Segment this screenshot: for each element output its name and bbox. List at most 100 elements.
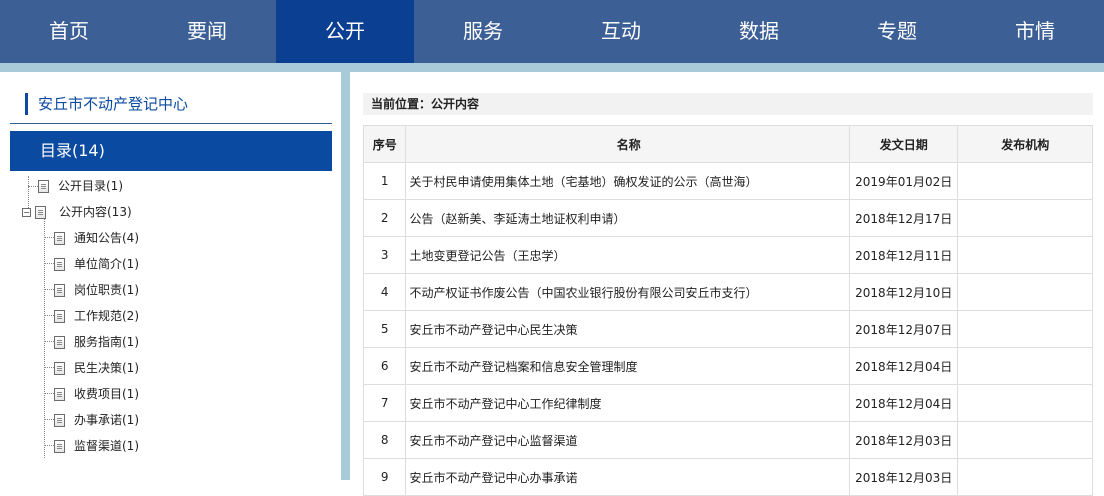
tree-connector (44, 367, 54, 368)
table-row: 8 安丘市不动产登记中心监督渠道 2018年12月03日 (362, 421, 1093, 459)
nav-item-topics[interactable]: 专题 (828, 0, 966, 63)
document-icon (54, 387, 65, 401)
document-icon (38, 179, 49, 193)
table-header-row: 序号 名称 发文日期 发布机构 (362, 125, 1093, 163)
table-row: 7 安丘市不动产登记中心工作纪律制度 2018年12月04日 (362, 384, 1093, 422)
document-title-link[interactable]: 关于村民申请使用集体土地（宅基地）确权发证的公示（高世海） (405, 162, 850, 200)
row-number: 7 (362, 384, 407, 422)
document-title-link[interactable]: 土地变更登记公告（王忠学） (405, 236, 850, 274)
tree-item-notices[interactable]: 通知公告(4) (54, 225, 139, 251)
document-title-link[interactable]: 公告（赵新美、李延涛土地证权利申请） (405, 199, 850, 237)
document-icon (54, 361, 65, 375)
row-number: 9 (362, 458, 407, 496)
column-header-date: 发文日期 (848, 125, 959, 163)
document-icon (54, 257, 65, 271)
row-number: 3 (362, 236, 407, 274)
org-title-divider (10, 123, 332, 124)
document-icon (54, 413, 65, 427)
document-icon (54, 309, 65, 323)
nav-item-news[interactable]: 要闻 (138, 0, 276, 63)
tree-item-label: 公开目录(1) (58, 179, 123, 193)
row-number: 8 (362, 421, 407, 459)
tree-item-commitments[interactable]: 办事承诺(1) (54, 407, 139, 433)
document-title-link[interactable]: 安丘市不动产登记中心监督渠道 (405, 421, 850, 459)
publish-date: 2018年12月10日 (848, 273, 959, 311)
tree-connector (44, 263, 54, 264)
row-number: 2 (362, 199, 407, 237)
document-icon (54, 283, 65, 297)
tree-item-label: 通知公告(4) (74, 231, 139, 245)
tree-item-public-catalog[interactable]: 公开目录(1) (38, 173, 123, 199)
publishing-org (957, 162, 1093, 200)
tree-connector (44, 341, 54, 342)
tree-item-label: 民生决策(1) (74, 361, 139, 375)
nav-item-public[interactable]: 公开 (276, 0, 414, 63)
document-title-link[interactable]: 安丘市不动产登记中心工作纪律制度 (405, 384, 850, 422)
nav-item-services[interactable]: 服务 (414, 0, 552, 63)
collapse-toggle-icon[interactable]: − (22, 207, 31, 217)
publishing-org (957, 458, 1093, 496)
table-row: 3 土地变更登记公告（王忠学） 2018年12月11日 (362, 236, 1093, 274)
tree-item-fees[interactable]: 收费项目(1) (54, 381, 139, 407)
publish-date: 2019年01月02日 (848, 162, 959, 200)
org-title: 安丘市不动产登记中心 (25, 93, 188, 115)
publishing-org (957, 199, 1093, 237)
row-number: 4 (362, 273, 407, 311)
column-header-name: 名称 (405, 125, 850, 163)
tree-connector (44, 289, 54, 290)
publishing-org (957, 347, 1093, 385)
publishing-org (957, 310, 1093, 348)
tree-item-label: 监督渠道(1) (74, 439, 139, 453)
document-title-link[interactable]: 安丘市不动产登记中心办事承诺 (405, 458, 850, 496)
document-title-link[interactable]: 安丘市不动产登记中心民生决策 (405, 310, 850, 348)
publishing-org (957, 273, 1093, 311)
row-number: 5 (362, 310, 407, 348)
tree-item-supervision[interactable]: 监督渠道(1) (54, 433, 139, 459)
documents-table: 序号 名称 发文日期 发布机构 1 关于村民申请使用集体土地（宅基地）确权发证的… (362, 125, 1093, 496)
row-number: 1 (362, 162, 407, 200)
nav-item-city-info[interactable]: 市情 (966, 0, 1104, 63)
publish-date: 2018年12月04日 (848, 384, 959, 422)
tree-connector (44, 315, 54, 316)
tree-item-label: 办事承诺(1) (74, 413, 139, 427)
tree-item-service-guide[interactable]: 服务指南(1) (54, 329, 139, 355)
document-title-link[interactable]: 安丘市不动产登记档案和信息安全管理制度 (405, 347, 850, 385)
table-row: 4 不动产权证书作废公告（中国农业银行股份有限公司安丘市支行） 2018年12月… (362, 273, 1093, 311)
document-title-link[interactable]: 不动产权证书作废公告（中国农业银行股份有限公司安丘市支行） (405, 273, 850, 311)
publishing-org (957, 421, 1093, 459)
nav-item-home[interactable]: 首页 (0, 0, 138, 63)
tree-item-label: 公开内容(13) (59, 205, 132, 219)
tree-item-public-content[interactable]: − 公开内容(13) (22, 199, 132, 225)
tree-item-label: 收费项目(1) (74, 387, 139, 401)
document-icon (54, 335, 65, 349)
tree-connector (44, 445, 54, 446)
tree-connector (44, 419, 54, 420)
tree-item-label: 岗位职责(1) (74, 283, 139, 297)
table-row: 2 公告（赵新美、李延涛土地证权利申请） 2018年12月17日 (362, 199, 1093, 237)
table-row: 6 安丘市不动产登记档案和信息安全管理制度 2018年12月04日 (362, 347, 1093, 385)
tree-item-label: 服务指南(1) (74, 335, 139, 349)
tree-connector (28, 186, 38, 187)
nav-item-interaction[interactable]: 互动 (552, 0, 690, 63)
tree-connector (44, 237, 54, 238)
tree-item-duties[interactable]: 岗位职责(1) (54, 277, 139, 303)
table-row: 9 安丘市不动产登记中心办事承诺 2018年12月03日 (362, 458, 1093, 496)
document-icon (54, 231, 65, 245)
table-row: 1 关于村民申请使用集体土地（宅基地）确权发证的公示（高世海） 2019年01月… (362, 162, 1093, 200)
row-number: 6 (362, 347, 407, 385)
tree-connector (44, 218, 45, 458)
column-header-org: 发布机构 (957, 125, 1093, 163)
column-header-no: 序号 (362, 125, 407, 163)
tree-item-work-rules[interactable]: 工作规范(2) (54, 303, 139, 329)
document-icon (35, 205, 46, 219)
publish-date: 2018年12月03日 (848, 458, 959, 496)
tree-item-label: 工作规范(2) (74, 309, 139, 323)
catalog-header[interactable]: 目录(14) (10, 131, 332, 171)
publish-date: 2018年12月07日 (848, 310, 959, 348)
nav-item-data[interactable]: 数据 (690, 0, 828, 63)
publish-date: 2018年12月17日 (848, 199, 959, 237)
publish-date: 2018年12月11日 (848, 236, 959, 274)
tree-item-livelihood[interactable]: 民生决策(1) (54, 355, 139, 381)
table-row: 5 安丘市不动产登记中心民生决策 2018年12月07日 (362, 310, 1093, 348)
tree-item-unit-intro[interactable]: 单位简介(1) (54, 251, 139, 277)
